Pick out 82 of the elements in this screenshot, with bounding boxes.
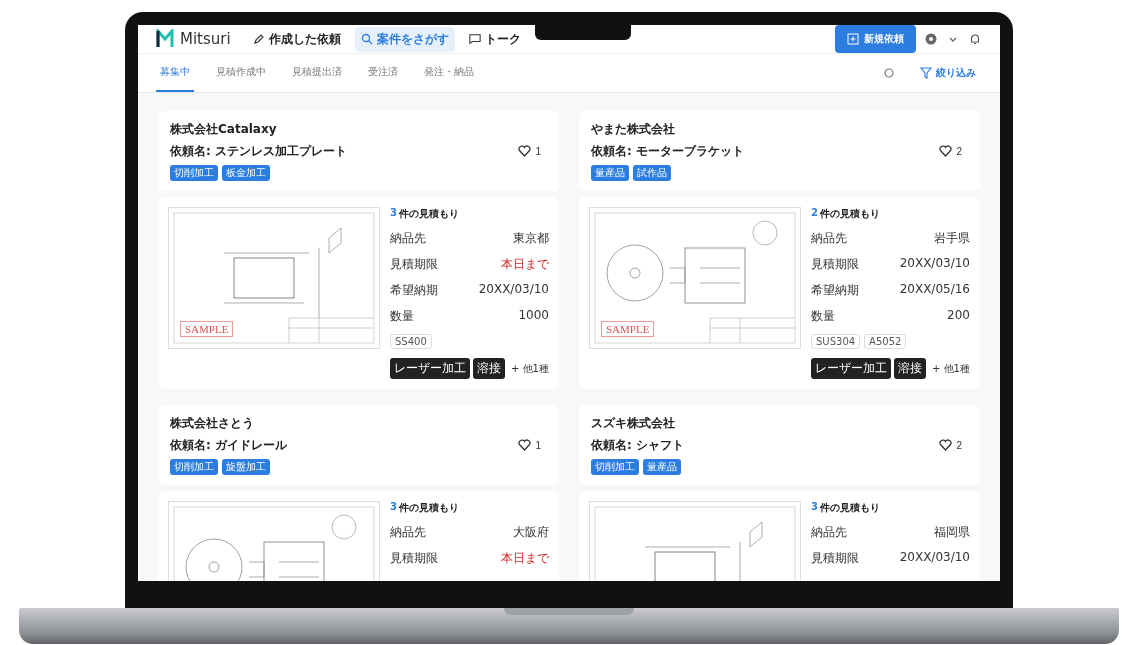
field-label: 見積期限 xyxy=(811,256,859,273)
field-label: 見積期限 xyxy=(390,256,438,273)
quote-label: 件の見積もり xyxy=(819,501,880,515)
sample-stamp: SAMPLE xyxy=(601,321,655,337)
request-card-body[interactable]: 3 件の見積もり 納品先 大阪府 見積期限 本日まで xyxy=(158,491,559,581)
material-chip: A5052 xyxy=(864,334,907,349)
field-value: 大阪府 xyxy=(513,524,549,541)
field-label: 納品先 xyxy=(390,524,426,541)
material-chip: SUS304 xyxy=(811,334,861,349)
quote-count: 3 xyxy=(390,501,397,514)
request-card-header[interactable]: 株式会社さとう 依頼名: ガイドレール 切削加工 旋盤加工 1 xyxy=(158,405,559,485)
category-tag: 切削加工 xyxy=(170,459,218,475)
request-title: 依頼名: シャフト xyxy=(591,437,685,454)
category-tag: 試作品 xyxy=(633,165,671,181)
quote-label: 件の見積もり xyxy=(398,207,459,221)
quote-count: 3 xyxy=(811,501,818,514)
category-tag: 板金加工 xyxy=(222,165,270,181)
request-card-header[interactable]: やまた株式会社 依頼名: モーターブラケット 量産品 試作品 2 xyxy=(579,111,980,191)
field-value: 20XX/05/16 xyxy=(899,282,970,298)
field-value: 本日まで xyxy=(501,550,549,567)
request-card-body[interactable]: SAMPLE 2 件の見積もり 納品先 岩手県 見積期限 20XX/03/10 希望納期 20XX/05/16 数量 200 SUS304 A5052 レーザー加工 溶接 + 他1種 xyxy=(579,197,980,389)
category-tag: 量産品 xyxy=(643,459,681,475)
field-value: 20XX/03/10 xyxy=(899,256,970,272)
request-card-header[interactable]: 株式会社Catalaxy 依頼名: ステンレス加工プレート 切削加工 板金加工 1 xyxy=(158,111,559,191)
field-label: 希望納期 xyxy=(811,282,859,299)
quote-count: 3 xyxy=(390,207,397,220)
field-value: 20XX/03/10 xyxy=(899,550,970,566)
category-tag: 切削加工 xyxy=(170,165,218,181)
sample-stamp: SAMPLE xyxy=(180,321,234,337)
status-tab[interactable]: 募集中 xyxy=(156,54,194,92)
field-value: 200 xyxy=(947,308,970,324)
field-label: 見積期限 xyxy=(811,550,859,567)
field-label: 数量 xyxy=(811,308,835,325)
category-tag: 切削加工 xyxy=(591,459,639,475)
field-value: 東京都 xyxy=(513,230,549,247)
request-card-body[interactable]: 3 件の見積もり 納品先 福岡県 見積期限 20XX/03/10 xyxy=(579,491,980,581)
field-label: 納品先 xyxy=(811,524,847,541)
material-chip: SS400 xyxy=(390,334,432,349)
field-value: 20XX/03/10 xyxy=(478,282,549,298)
status-tab[interactable]: 見積提出済 xyxy=(288,54,346,92)
quote-label: 件の見積もり xyxy=(398,501,459,515)
filter-button[interactable]: 絞り込み xyxy=(914,65,982,81)
process-tag: レーザー加工 xyxy=(390,358,470,379)
field-value: 1000 xyxy=(518,308,549,324)
status-tab[interactable]: 見積作成中 xyxy=(212,54,270,92)
like-button[interactable]: 2 xyxy=(933,144,968,158)
category-tag: 量産品 xyxy=(591,165,629,181)
request-title: 依頼名: ステンレス加工プレート xyxy=(170,143,348,160)
like-button[interactable]: 1 xyxy=(512,438,547,452)
request-title: 依頼名: モーターブラケット xyxy=(591,143,745,160)
request-card-header[interactable]: スズキ株式会社 依頼名: シャフト 切削加工 量産品 2 xyxy=(579,405,980,485)
new-request-button[interactable]: 新規依頼 xyxy=(835,25,916,53)
logo-text: Mitsuri xyxy=(180,30,231,48)
field-label: 数量 xyxy=(390,308,414,325)
like-button[interactable]: 1 xyxy=(512,144,547,158)
company-name: スズキ株式会社 xyxy=(591,415,676,432)
nav-item[interactable]: 案件をさがす xyxy=(354,26,455,52)
request-card-body[interactable]: SAMPLE 3 件の見積もり 納品先 東京都 見積期限 本日まで 希望納期 20XX/03/10 数量 1000 SS400 レーザー加工 溶接 + 他1種 xyxy=(158,197,559,389)
field-label: 納品先 xyxy=(390,230,426,247)
like-button[interactable]: 2 xyxy=(933,438,968,452)
process-tag: 溶接 xyxy=(473,358,505,379)
status-tab[interactable]: 発注・納品 xyxy=(420,54,478,92)
field-value: 岩手県 xyxy=(934,230,970,247)
field-label: 納品先 xyxy=(811,230,847,247)
company-name: 株式会社Catalaxy xyxy=(170,121,278,138)
field-value: 本日まで xyxy=(501,256,549,273)
status-tab[interactable]: 受注済 xyxy=(364,54,402,92)
quote-count: 2 xyxy=(811,207,818,220)
field-value: 福岡県 xyxy=(934,524,970,541)
nav-item[interactable]: 作成した依頼 xyxy=(246,26,347,52)
request-title: 依頼名: ガイドレール xyxy=(170,437,288,454)
more-processes: + 他1種 xyxy=(511,361,549,376)
process-tag: 溶接 xyxy=(894,358,926,379)
process-tag: レーザー加工 xyxy=(811,358,891,379)
company-name: 株式会社さとう xyxy=(170,415,255,432)
nav-item[interactable]: トーク xyxy=(462,26,527,52)
field-label: 見積期限 xyxy=(390,550,438,567)
more-processes: + 他1種 xyxy=(932,361,970,376)
company-name: やまた株式会社 xyxy=(591,121,676,138)
quote-label: 件の見積もり xyxy=(819,207,880,221)
field-label: 希望納期 xyxy=(390,282,438,299)
category-tag: 旋盤加工 xyxy=(222,459,270,475)
